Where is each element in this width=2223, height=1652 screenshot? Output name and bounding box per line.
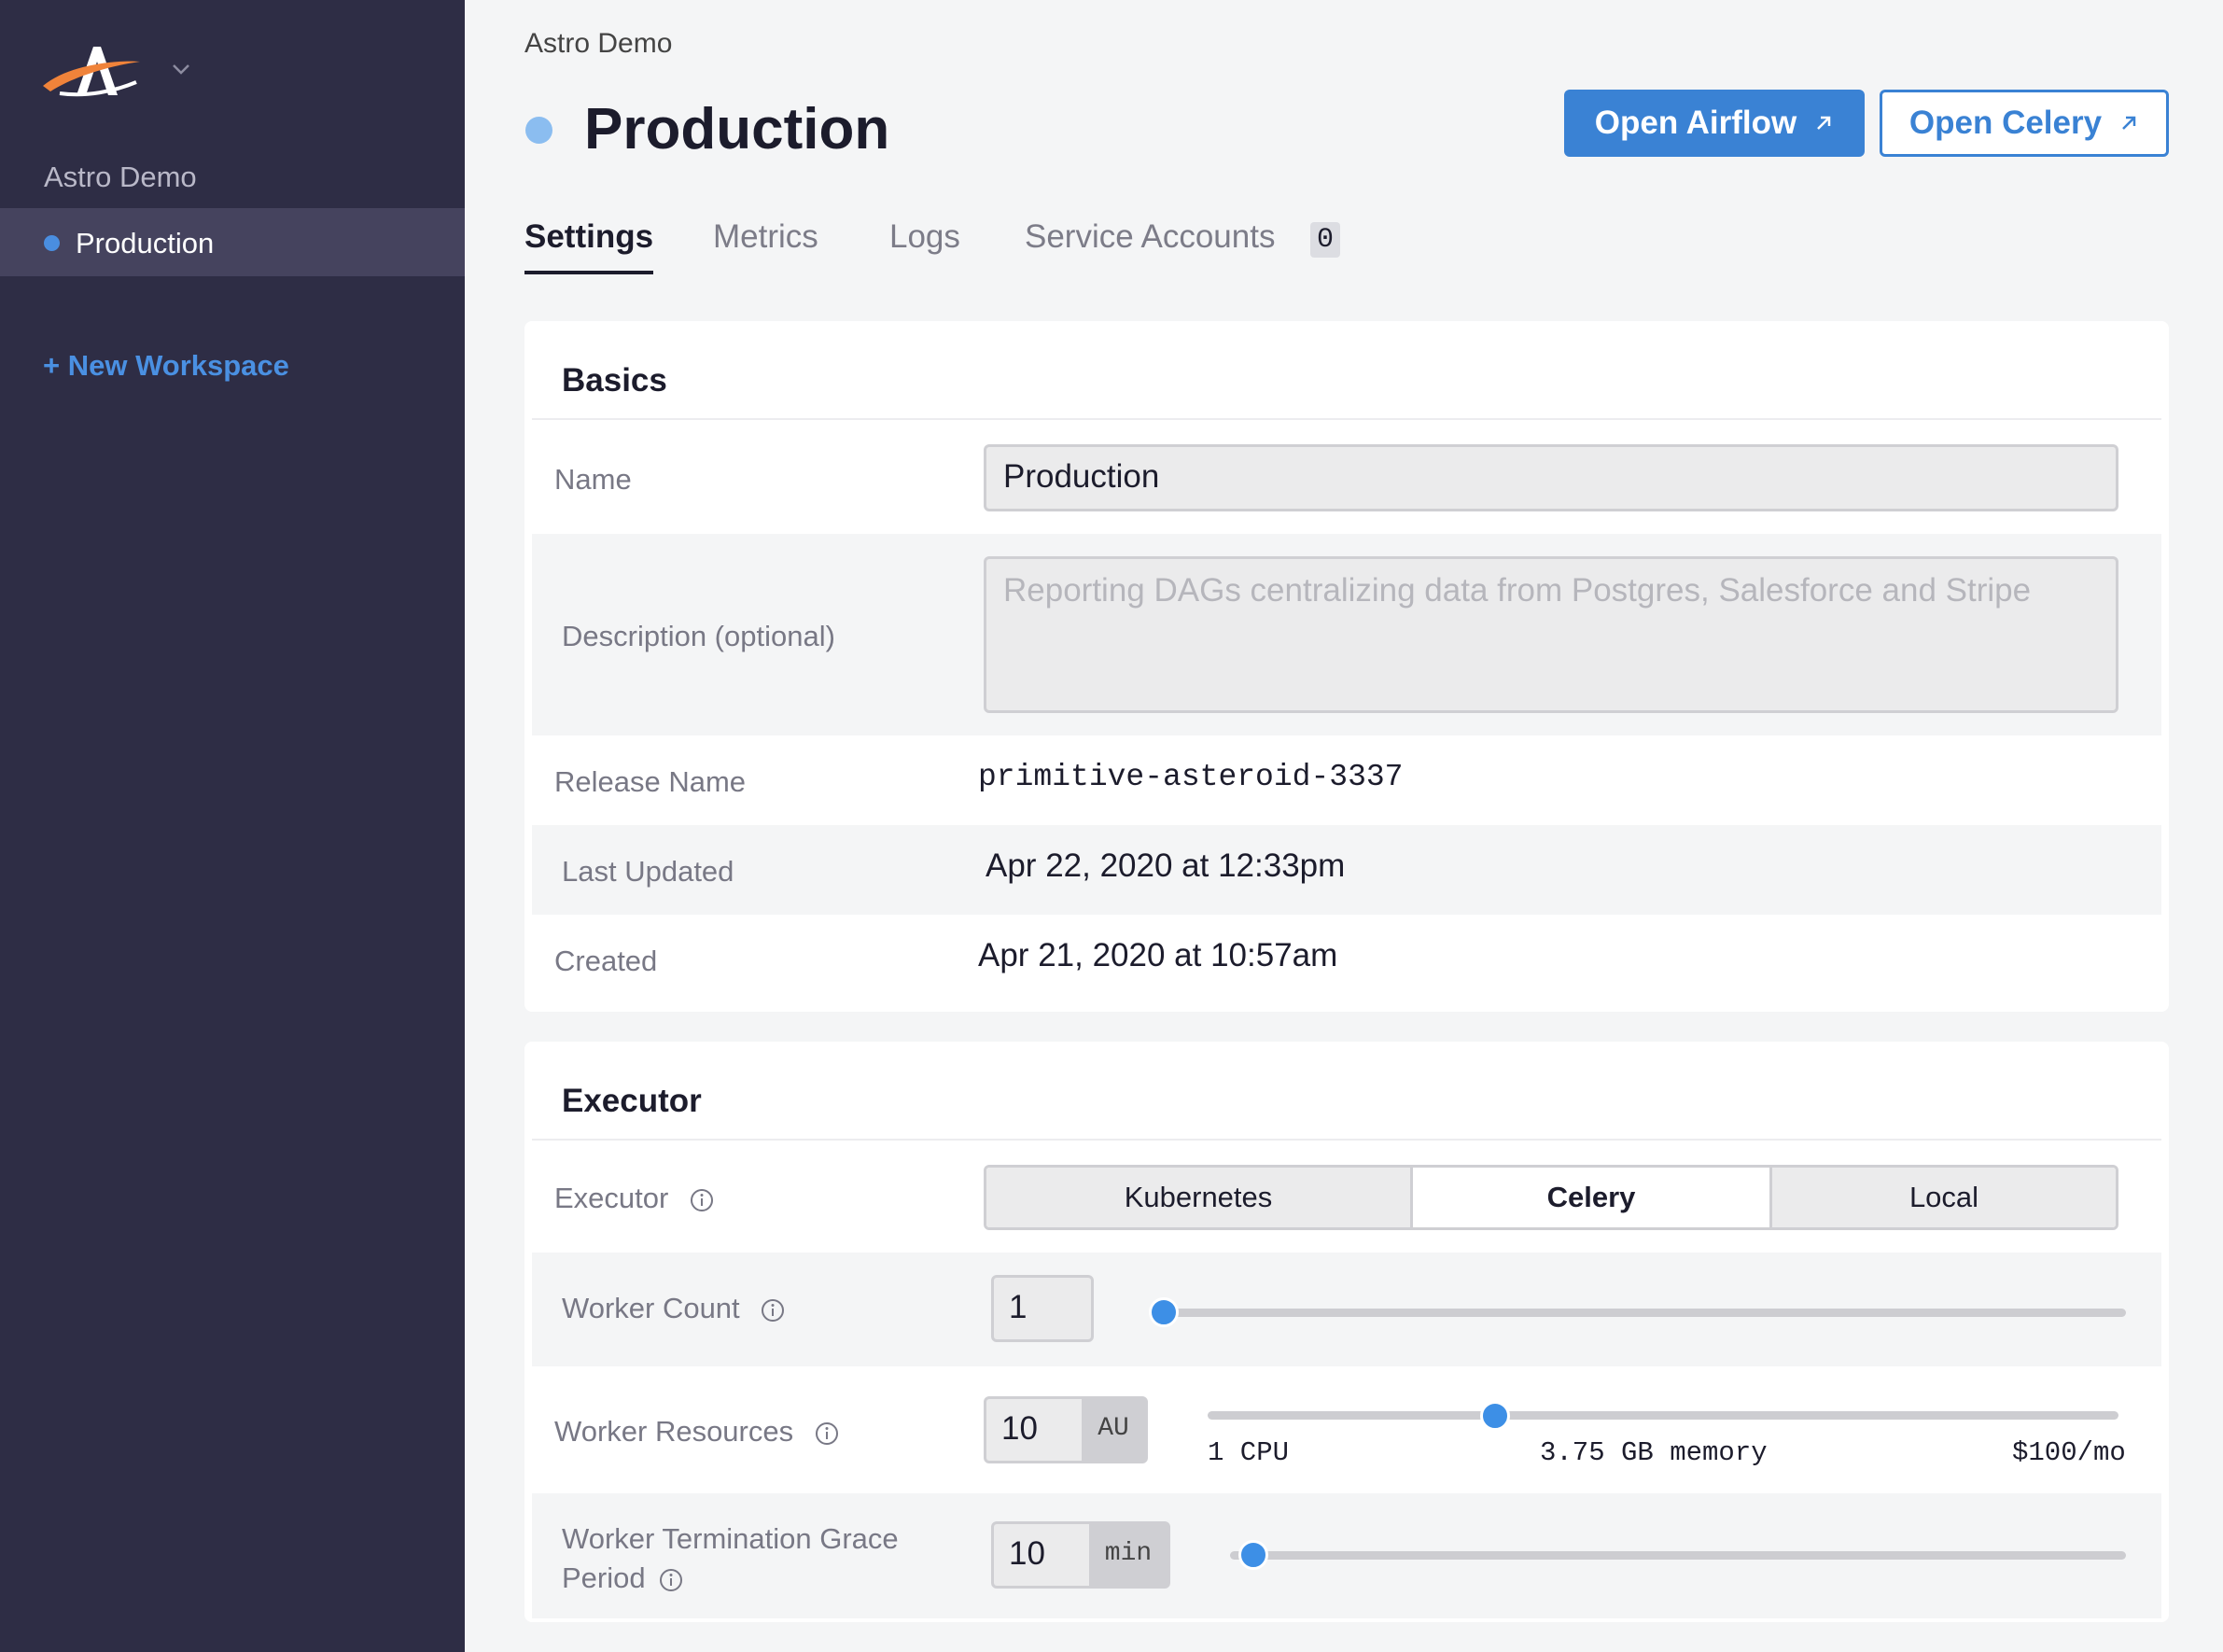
grace-period-row: Worker Termination Grace Period 10 min bbox=[532, 1493, 2161, 1618]
service-accounts-count-badge: 0 bbox=[1310, 222, 1340, 258]
sidebar-item-label: Production bbox=[76, 227, 215, 259]
tab-service-accounts[interactable]: Service Accounts bbox=[1025, 218, 1275, 256]
created-label: Created bbox=[554, 945, 658, 977]
description-label: Description (optional) bbox=[562, 620, 835, 652]
grace-period-label: Worker Termination Grace Period bbox=[562, 1519, 899, 1598]
sidebar-item-production[interactable]: Production bbox=[0, 208, 465, 276]
worker-count-label: Worker Count bbox=[562, 1292, 785, 1325]
name-input[interactable]: Production bbox=[984, 444, 2118, 511]
grace-period-slider-thumb[interactable] bbox=[1238, 1540, 1268, 1570]
executor-option-celery[interactable]: Celery bbox=[1410, 1168, 1772, 1227]
sidebar: Astro Demo Production + New Workspace bbox=[0, 0, 465, 1652]
worker-resources-slider-track[interactable] bbox=[1208, 1411, 2118, 1420]
open-celery-button[interactable]: Open Celery bbox=[1880, 90, 2169, 157]
astronomer-logo[interactable] bbox=[39, 37, 151, 106]
info-icon[interactable] bbox=[659, 1568, 683, 1592]
new-workspace-link[interactable]: + New Workspace bbox=[43, 349, 289, 383]
executor-label: Executor bbox=[554, 1182, 714, 1215]
worker-count-input[interactable]: 1 bbox=[991, 1275, 1094, 1342]
worker-count-row: Worker Count 1 bbox=[532, 1253, 2161, 1366]
worker-resources-label-text: Worker Resources bbox=[554, 1415, 794, 1448]
tab-settings[interactable]: Settings bbox=[524, 218, 653, 256]
basics-title: Basics bbox=[562, 362, 667, 399]
name-label: Name bbox=[554, 463, 632, 496]
chevron-down-icon[interactable] bbox=[168, 56, 194, 82]
worker-count-label-text: Worker Count bbox=[562, 1292, 740, 1324]
worker-resources-value: 10 bbox=[1001, 1410, 1038, 1447]
worker-resources-unit: AU bbox=[1082, 1399, 1145, 1461]
worker-resources-slider-thumb[interactable] bbox=[1480, 1401, 1510, 1431]
divider bbox=[532, 1139, 2161, 1141]
worker-count-slider-track[interactable] bbox=[1163, 1309, 2126, 1317]
deployment-status-dot bbox=[525, 117, 552, 144]
last-updated-value: Apr 22, 2020 at 12:33pm bbox=[986, 847, 1346, 884]
created-value: Apr 21, 2020 at 10:57am bbox=[978, 937, 1338, 973]
external-link-icon bbox=[2122, 116, 2136, 130]
external-link-icon bbox=[1817, 116, 1831, 130]
executor-option-kubernetes[interactable]: Kubernetes bbox=[986, 1168, 1410, 1227]
last-updated-label: Last Updated bbox=[562, 855, 734, 888]
active-tab-indicator bbox=[524, 271, 653, 274]
status-dot-icon bbox=[44, 235, 60, 251]
breadcrumb[interactable]: Astro Demo bbox=[524, 28, 672, 60]
grace-period-input[interactable]: 10 min bbox=[991, 1521, 1170, 1589]
executor-card: Executor Executor Kubernetes Celery Loca… bbox=[524, 1042, 2169, 1622]
grace-period-label-line1: Worker Termination Grace bbox=[562, 1522, 899, 1555]
worker-resources-input[interactable]: 10 AU bbox=[984, 1396, 1148, 1463]
worker-count-slider-thumb[interactable] bbox=[1149, 1297, 1179, 1327]
last-updated-row: Last Updated Apr 22, 2020 at 12:33pm bbox=[532, 825, 2161, 915]
sidebar-workspace-name[interactable]: Astro Demo bbox=[44, 161, 197, 194]
grace-period-value: 10 bbox=[1009, 1535, 1045, 1572]
tab-logs[interactable]: Logs bbox=[889, 218, 960, 256]
info-icon[interactable] bbox=[815, 1421, 839, 1446]
release-name-label: Release Name bbox=[554, 765, 747, 798]
executor-label-text: Executor bbox=[554, 1182, 669, 1214]
open-airflow-button[interactable]: Open Airflow bbox=[1564, 90, 1865, 157]
info-icon[interactable] bbox=[690, 1188, 714, 1212]
grace-period-label-line2-wrap: Period bbox=[562, 1559, 899, 1598]
page-title: Production bbox=[584, 97, 890, 161]
executor-title: Executor bbox=[562, 1083, 702, 1119]
open-celery-label: Open Celery bbox=[1908, 105, 2103, 141]
description-textarea[interactable]: Reporting DAGs centralizing data from Po… bbox=[984, 556, 2118, 713]
basics-card: Basics Name Production Description (opti… bbox=[524, 321, 2169, 1012]
cpu-label: 1 CPU bbox=[1208, 1437, 1290, 1468]
cost-label: $100/mo bbox=[2012, 1437, 2126, 1468]
grace-period-unit: min bbox=[1089, 1524, 1167, 1586]
grace-period-slider-track[interactable] bbox=[1230, 1551, 2126, 1560]
memory-label: 3.75 GB memory bbox=[1540, 1437, 1768, 1468]
release-name-value: primitive-asteroid-3337 bbox=[978, 760, 1404, 794]
open-airflow-label: Open Airflow bbox=[1594, 105, 1797, 141]
tab-metrics[interactable]: Metrics bbox=[713, 218, 818, 256]
executor-selector: Kubernetes Celery Local bbox=[984, 1165, 2118, 1230]
info-icon[interactable] bbox=[761, 1298, 785, 1323]
grace-period-label-line2: Period bbox=[562, 1561, 646, 1594]
executor-option-local[interactable]: Local bbox=[1772, 1168, 2116, 1227]
worker-resources-label: Worker Resources bbox=[554, 1415, 839, 1449]
